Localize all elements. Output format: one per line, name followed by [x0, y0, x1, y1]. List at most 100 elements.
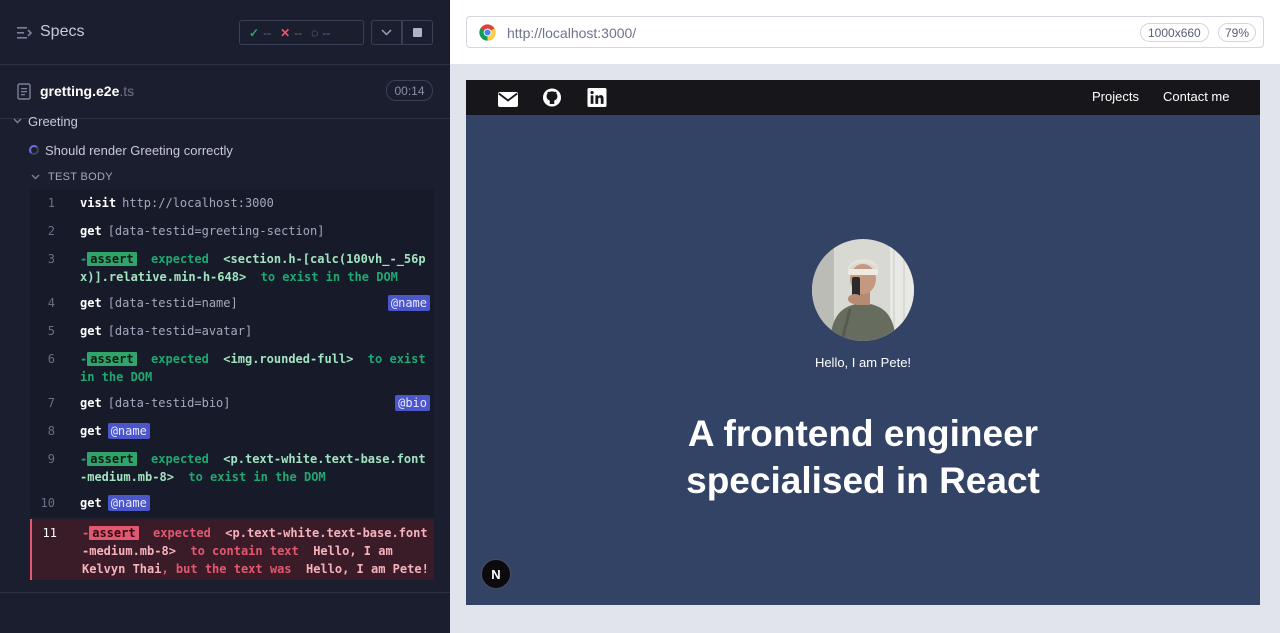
command-row[interactable]: 8 get @name: [30, 417, 434, 445]
command-number: 10: [40, 496, 55, 510]
command-row[interactable]: 5 get [data-testid=avatar]: [30, 317, 434, 345]
assert-tag: assert: [87, 452, 137, 466]
greeting-text: Hello, I am Pete!: [814, 355, 912, 370]
command-number: 11: [42, 526, 57, 540]
run-stats: ✓ -- ✕ -- ◌ --: [239, 20, 364, 45]
specs-list-icon[interactable]: [17, 26, 32, 40]
url-bar[interactable]: http://localhost:3000/ 1000x660 79%: [466, 16, 1264, 48]
avatar-photo: [812, 239, 914, 341]
alias-badge: @name: [107, 423, 150, 439]
chevron-down-icon: [381, 29, 392, 36]
command-arg: [data-testid=greeting-section]: [107, 224, 325, 238]
nav-link-contact[interactable]: Contact me: [1163, 89, 1229, 104]
suite-label: Greeting: [28, 113, 78, 129]
passed-count: --: [263, 25, 272, 40]
command-row[interactable]: 7 get [data-testid=bio] @bio: [30, 389, 434, 417]
nextjs-dev-badge[interactable]: N: [481, 559, 511, 589]
test-body-label: TEST BODY: [48, 171, 113, 183]
zoom-badge: 79%: [1218, 23, 1257, 42]
assert-expected: expected: [151, 352, 209, 366]
command-name: get: [80, 296, 102, 310]
running-spinner-icon: [29, 145, 39, 155]
alias-badge: @name: [107, 495, 150, 511]
assert-row[interactable]: 6 - assert expected <img.rounded-full> to…: [30, 345, 434, 389]
command-arg: [data-testid=bio]: [107, 396, 231, 410]
document-icon: [17, 83, 31, 100]
cross-icon: ✕: [280, 25, 291, 40]
test-label: Should render Greeting correctly: [45, 142, 233, 158]
assert-row[interactable]: 9 - assert expected <p.text-white.text-ba…: [30, 445, 434, 489]
alias-badge: @name: [387, 295, 430, 311]
command-number: 5: [47, 324, 55, 338]
command-row[interactable]: 4 get [data-testid=name] @name: [30, 289, 434, 317]
command-number: 8: [47, 424, 55, 438]
github-icon[interactable]: [542, 88, 562, 107]
assert-row[interactable]: 3 - assert expected <section.h-[calc(100v…: [30, 245, 434, 289]
assert-subject: <img.rounded-full>: [223, 352, 354, 366]
nav-link-projects[interactable]: Projects: [1092, 89, 1139, 104]
failed-count: --: [294, 25, 303, 40]
assert-message: to contain text: [190, 544, 299, 558]
command-row[interactable]: 1 visit http://localhost:3000: [30, 189, 434, 217]
alias-badge: @bio: [395, 395, 430, 411]
site-navbar: Projects Contact me: [466, 80, 1260, 115]
mail-icon[interactable]: [498, 90, 518, 109]
suite-title[interactable]: Greeting: [13, 113, 78, 129]
command-list: 1 visit http://localhost:3000 2 get [data-…: [30, 189, 434, 580]
chrome-icon: [479, 24, 496, 41]
assert-tag: assert: [87, 252, 137, 266]
command-number: 1: [47, 196, 55, 210]
specs-header: Specs ✓ -- ✕ -- ◌ --: [0, 0, 450, 65]
divider: [0, 592, 450, 593]
assert-message: , but the text was: [161, 562, 292, 576]
command-number: 9: [47, 452, 55, 466]
command-arg: [data-testid=avatar]: [107, 324, 253, 338]
passed-stat: ✓ --: [249, 26, 271, 40]
spec-file-name[interactable]: gretting.e2e.ts: [40, 83, 134, 99]
specs-title[interactable]: Specs: [40, 23, 84, 41]
spec-file-header: gretting.e2e.ts 00:14: [0, 66, 450, 119]
command-row[interactable]: 10 get @name: [30, 489, 434, 517]
test-title[interactable]: Should render Greeting correctly: [29, 142, 233, 158]
command-name: get: [80, 324, 102, 338]
command-number: 4: [47, 296, 55, 310]
avatar: [812, 239, 914, 341]
command-name: get: [80, 396, 102, 410]
command-number: 2: [47, 224, 55, 238]
spec-duration: 00:14: [386, 80, 433, 101]
command-name: get: [80, 424, 102, 438]
stop-button[interactable]: [402, 20, 433, 45]
test-body-toggle[interactable]: TEST BODY: [31, 170, 113, 184]
failed-assert-row[interactable]: 11 - assert expected <p.text-white.text-b…: [30, 519, 434, 580]
headline-line: A frontend engineer: [687, 413, 1039, 454]
command-name: get: [80, 224, 102, 238]
command-row[interactable]: 2 get [data-testid=greeting-section]: [30, 217, 434, 245]
assert-expected: expected: [151, 252, 209, 266]
expand-button[interactable]: [371, 20, 402, 45]
command-name: visit: [80, 196, 117, 210]
command-arg: [data-testid=name]: [107, 296, 238, 310]
pending-spinner-icon: ◌: [311, 25, 319, 40]
app-iframe: Projects Contact me Hello, I am Pete! A: [466, 80, 1260, 605]
command-name: get: [80, 496, 102, 510]
stop-icon: [413, 28, 422, 37]
headline-line: specialised in React: [686, 460, 1040, 501]
assert-expected: expected: [153, 526, 211, 540]
failed-stat: ✕ --: [280, 26, 302, 40]
check-icon: ✓: [249, 25, 260, 40]
assert-message: to exist in the DOM: [188, 470, 326, 484]
command-arg: http://localhost:3000: [122, 196, 274, 210]
linkedin-icon[interactable]: [587, 88, 607, 107]
assert-expected: expected: [151, 452, 209, 466]
url-text: http://localhost:3000/: [507, 25, 637, 41]
viewport-size-badge[interactable]: 1000x660: [1140, 23, 1209, 42]
command-log-panel: Specs ✓ -- ✕ -- ◌ -- gretting.e2e.ts 00:…: [0, 0, 450, 633]
pending-count: --: [322, 25, 331, 40]
app-preview-panel: http://localhost:3000/ 1000x660 79% Proj…: [450, 0, 1280, 633]
browser-toolbar: http://localhost:3000/ 1000x660 79%: [450, 0, 1280, 64]
assert-message: to exist in the DOM: [260, 270, 398, 284]
assert-tag: assert: [87, 352, 137, 366]
headline: A frontend engineer specialised in React: [466, 410, 1260, 504]
chevron-down-icon: [31, 174, 40, 180]
assert-actual-value: Hello, I am Pete!: [305, 562, 429, 576]
